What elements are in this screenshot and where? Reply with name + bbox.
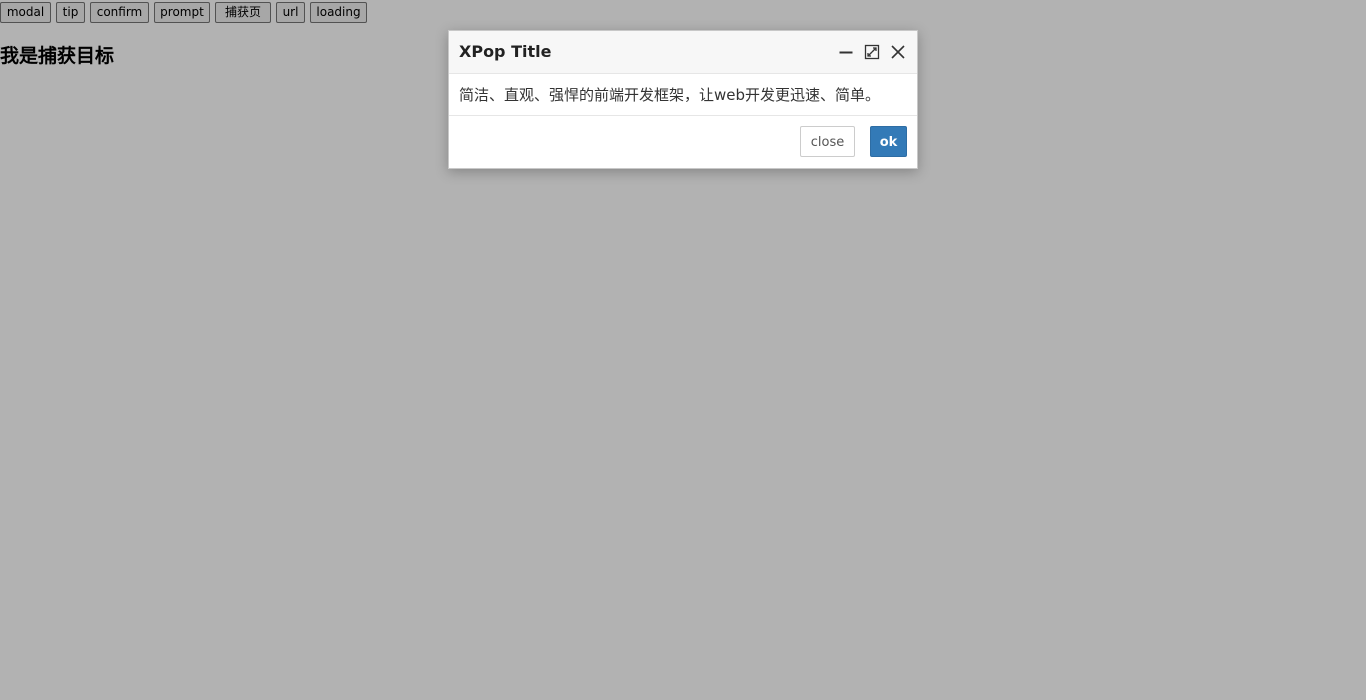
- close-icon[interactable]: [890, 44, 906, 60]
- dialog-header[interactable]: XPop Title: [449, 31, 917, 74]
- minimize-icon[interactable]: [838, 44, 854, 60]
- maximize-icon[interactable]: [864, 44, 880, 60]
- dialog-footer: close ok: [449, 116, 917, 168]
- dialog-body: 简洁、直观、强悍的前端开发框架，让web开发更迅速、简单。: [449, 74, 917, 116]
- xpop-dialog: XPop Title 简洁、直观、强悍的前端开发框架，让web开发更迅速、简单。: [448, 30, 918, 169]
- dialog-message: 简洁、直观、强悍的前端开发框架，让web开发更迅速、简单。: [459, 86, 881, 104]
- ok-button[interactable]: ok: [870, 126, 907, 157]
- dialog-title: XPop Title: [459, 42, 552, 61]
- close-button[interactable]: close: [800, 126, 855, 157]
